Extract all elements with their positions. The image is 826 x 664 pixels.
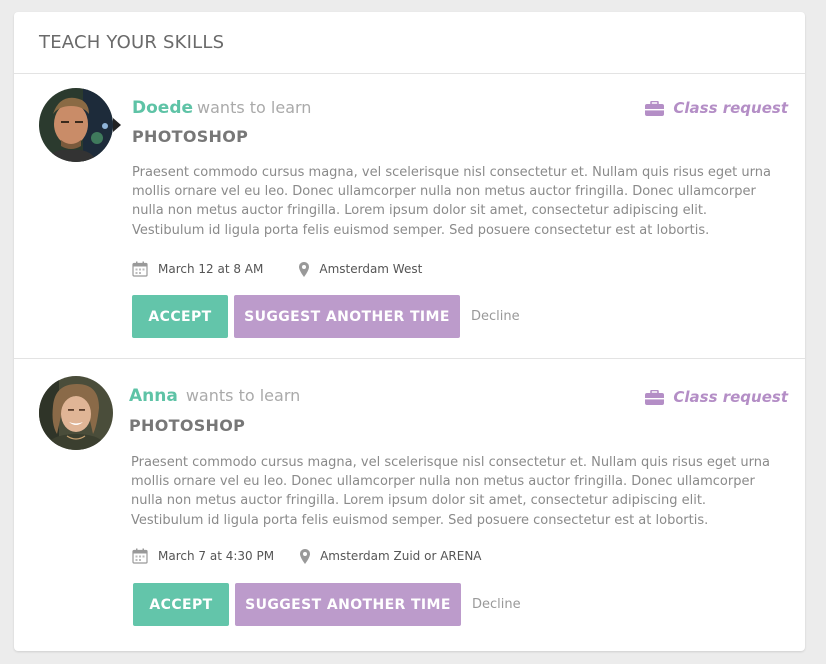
avatar-pointer	[113, 118, 121, 132]
decline-link[interactable]: Decline	[471, 309, 520, 324]
request-actions: ACCEPT SUGGEST ANOTHER TIME Decline	[133, 583, 521, 626]
badge-label: Class request	[673, 99, 788, 117]
request-location: Amsterdam West	[319, 262, 423, 276]
accept-button[interactable]: ACCEPT	[132, 295, 228, 338]
request-date: March 12 at 8 AM	[158, 262, 264, 276]
calendar-icon	[132, 261, 148, 277]
class-request-badge: Class request	[645, 388, 788, 406]
avatar-photo	[39, 376, 113, 450]
request-description: Praesent commodo cursus magna, vel scele…	[131, 455, 770, 528]
avatar[interactable]	[39, 88, 113, 162]
calendar-icon	[132, 548, 148, 564]
skill-name: PHOTOSHOP	[129, 416, 246, 435]
request-item: Doede wants to learn Class request PHOTOS…	[14, 74, 805, 359]
card-header: TEACH YOUR SKILLS	[14, 12, 805, 74]
request-meta: March 12 at 8 AM Amsterdam West	[132, 261, 422, 277]
request-item: Anna wants to learn Class request PHOTOSH…	[14, 359, 805, 643]
learner-name[interactable]: Anna	[129, 386, 178, 406]
class-request-badge: Class request	[645, 99, 788, 117]
teach-skills-card: TEACH YOUR SKILLS Doede wants to learn C…	[14, 12, 805, 651]
name-line: Anna wants to learn	[129, 386, 300, 406]
request-meta: March 7 at 4:30 PM Amsterdam Zuid or ARE…	[132, 548, 482, 564]
avatar-photo	[39, 88, 113, 162]
learner-name[interactable]: Doede	[132, 98, 193, 118]
request-date: March 7 at 4:30 PM	[158, 549, 275, 563]
briefcase-icon	[645, 389, 665, 405]
map-pin-icon	[299, 261, 310, 277]
wants-to-learn-text: wants to learn	[185, 386, 301, 405]
badge-label: Class request	[673, 388, 788, 406]
request-location: Amsterdam Zuid or ARENA	[320, 549, 482, 563]
suggest-another-time-button[interactable]: SUGGEST ANOTHER TIME	[235, 583, 461, 626]
wants-to-learn-text: wants to learn	[197, 98, 312, 117]
avatar[interactable]	[39, 376, 113, 450]
decline-link[interactable]: Decline	[472, 597, 521, 612]
request-actions: ACCEPT SUGGEST ANOTHER TIME Decline	[132, 295, 520, 338]
briefcase-icon	[645, 100, 665, 116]
accept-button[interactable]: ACCEPT	[133, 583, 229, 626]
name-line: Doede wants to learn	[132, 98, 311, 118]
skill-name: PHOTOSHOP	[132, 127, 249, 146]
request-description: Praesent commodo cursus magna, vel scele…	[132, 165, 771, 238]
page-title: TEACH YOUR SKILLS	[39, 32, 225, 53]
map-pin-icon	[300, 548, 311, 564]
suggest-another-time-button[interactable]: SUGGEST ANOTHER TIME	[234, 295, 460, 338]
